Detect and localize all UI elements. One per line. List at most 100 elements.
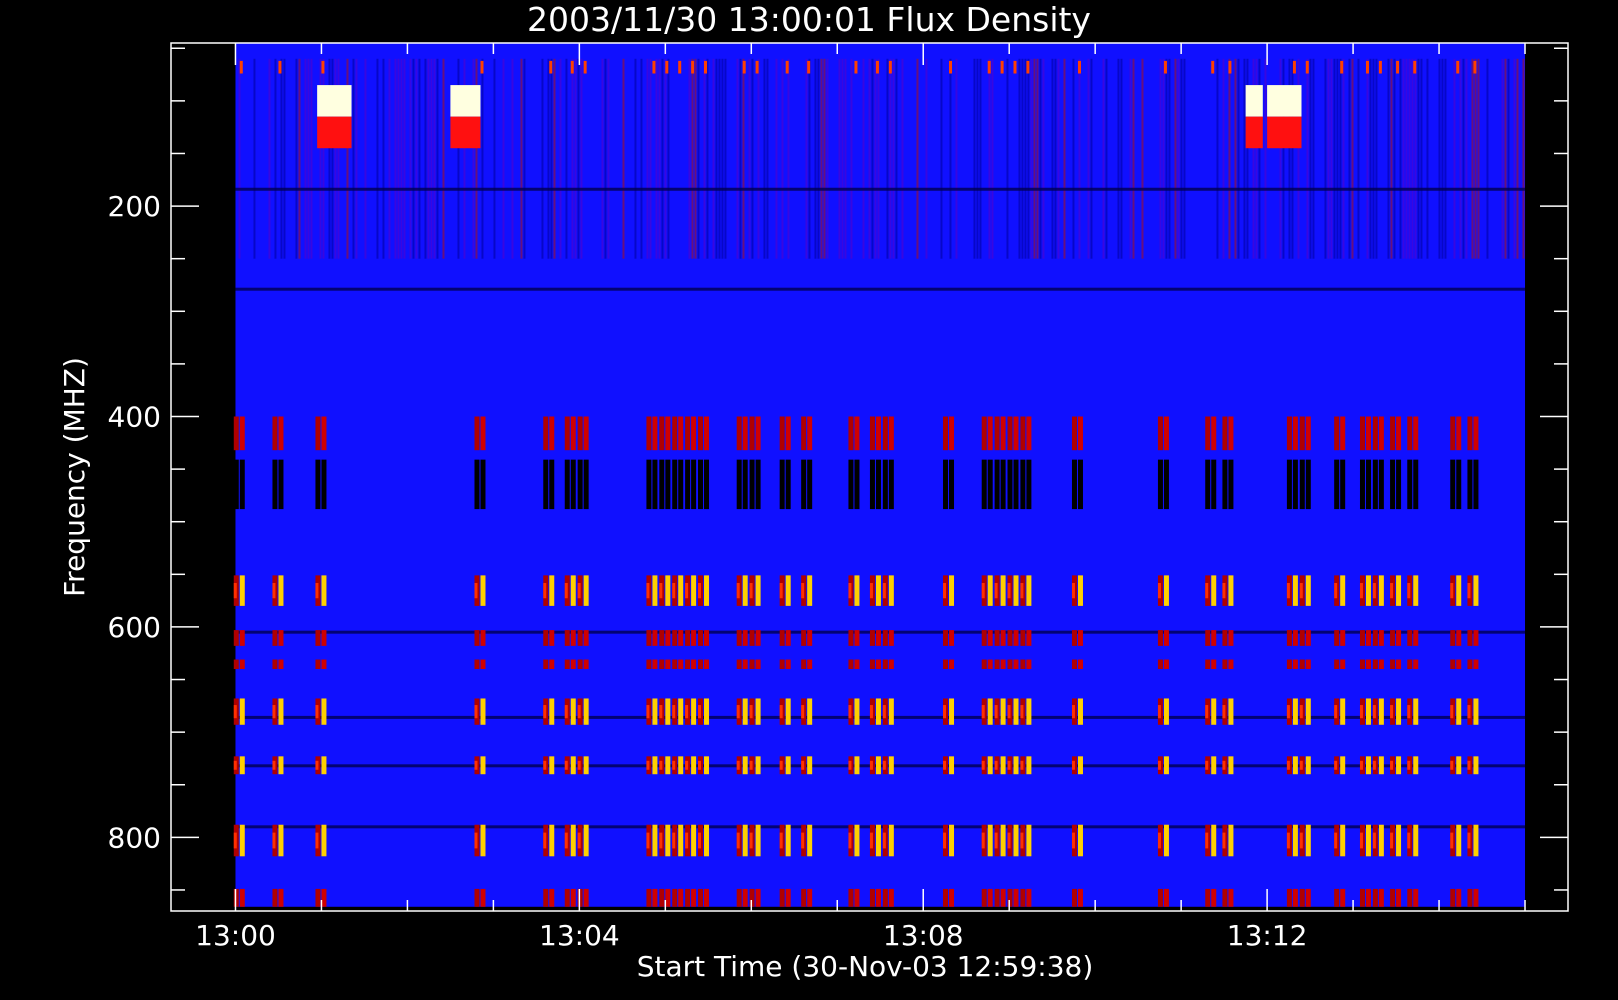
emission-cell <box>646 630 652 646</box>
texture-streak <box>1372 58 1375 259</box>
emission-cell <box>278 756 284 775</box>
emission-cell <box>749 416 755 451</box>
emission-cell <box>1000 824 1006 857</box>
emission-cell <box>736 760 740 770</box>
emission-cell <box>691 659 697 670</box>
emission-cell <box>1334 760 1338 770</box>
emission-cell <box>807 630 813 646</box>
texture-streak <box>424 58 427 259</box>
emission-cell <box>1473 659 1479 670</box>
texture-streak <box>895 58 898 259</box>
emission-cell <box>987 698 993 725</box>
emission-cell <box>239 659 245 670</box>
emission-cell <box>736 888 742 907</box>
emission-cell <box>1372 630 1378 646</box>
emission-cell <box>1000 698 1006 725</box>
emission-cell <box>1211 459 1217 510</box>
texture-streak <box>1234 58 1237 259</box>
emission-cell <box>1372 760 1376 770</box>
emission-cell <box>888 575 894 606</box>
texture-streak <box>1162 58 1165 259</box>
emission-cell <box>882 888 888 907</box>
emission-cell <box>549 416 555 451</box>
emission-cell <box>801 630 807 646</box>
emission-cell <box>665 824 671 857</box>
emission-cell <box>678 459 684 510</box>
texture-streak <box>712 58 715 259</box>
emission-cell <box>577 416 583 451</box>
emission-cell <box>1473 698 1479 725</box>
texture-streak <box>520 58 523 259</box>
texture-streak <box>655 58 658 259</box>
texture-streak <box>739 58 742 259</box>
texture-streak <box>295 58 298 259</box>
texture-streak <box>1033 58 1036 259</box>
emission-cell <box>1396 824 1402 857</box>
emission-cell <box>1292 60 1296 74</box>
texture-streak <box>1027 58 1030 259</box>
emission-cell <box>742 756 748 775</box>
emission-cell <box>801 832 805 849</box>
emission-cell <box>1456 659 1462 670</box>
emission-cell <box>315 760 319 770</box>
emission-cell <box>1359 888 1365 907</box>
emission-cell <box>981 760 985 770</box>
texture-streak <box>523 58 526 259</box>
emission-cell <box>1228 459 1234 510</box>
texture-streak <box>892 58 895 259</box>
emission-cell <box>1340 698 1346 725</box>
emission-cell <box>736 705 740 719</box>
texture-streak <box>382 58 385 259</box>
emission-cell <box>1299 832 1303 849</box>
emission-cell <box>678 630 684 646</box>
texture-streak <box>412 58 415 259</box>
emission-cell <box>1359 583 1363 599</box>
emission-cell <box>1334 416 1340 451</box>
emission-cell <box>652 416 658 451</box>
emission-cell <box>233 888 239 907</box>
texture-streak <box>1063 58 1066 259</box>
emission-cell <box>943 416 949 451</box>
emission-cell <box>869 459 875 510</box>
emission-cell <box>785 888 791 907</box>
emission-cell <box>1071 416 1077 451</box>
emission-cell <box>1305 575 1311 606</box>
emission-cell <box>549 60 553 74</box>
emission-cell <box>659 583 663 599</box>
emission-cell <box>1026 416 1032 451</box>
emission-cell <box>1473 888 1479 907</box>
emission-cell <box>549 575 555 606</box>
emission-cell <box>1467 583 1471 599</box>
emission-cell <box>1340 60 1344 74</box>
emission-cell <box>875 698 881 725</box>
emission-cell <box>474 630 480 646</box>
emission-cell <box>779 760 783 770</box>
emission-cell <box>704 659 710 670</box>
emission-cell <box>1228 824 1234 857</box>
texture-streak <box>763 58 766 259</box>
emission-cell <box>549 888 555 907</box>
emission-cell <box>685 888 691 907</box>
emission-cell <box>1372 888 1378 907</box>
emission-cell <box>549 824 555 857</box>
emission-cell <box>949 698 955 725</box>
emission-cell <box>1456 60 1460 74</box>
texture-streak <box>430 58 433 259</box>
emission-cell <box>1163 756 1169 775</box>
emission-cell <box>1305 659 1311 670</box>
texture-streak <box>565 58 568 259</box>
texture-streak <box>352 58 355 259</box>
texture-streak <box>973 58 976 259</box>
emission-cell <box>1000 888 1006 907</box>
texture-streak <box>577 58 580 259</box>
emission-cell <box>678 575 684 606</box>
emission-cell <box>665 459 671 510</box>
emission-cell <box>1211 659 1217 670</box>
emission-cell <box>272 832 276 849</box>
texture-streak <box>1426 58 1429 259</box>
emission-cell <box>1286 760 1290 770</box>
emission-cell <box>665 698 671 725</box>
emission-cell <box>1365 824 1371 857</box>
saturated-block-bottom <box>317 116 352 149</box>
texture-streak <box>1504 58 1507 259</box>
